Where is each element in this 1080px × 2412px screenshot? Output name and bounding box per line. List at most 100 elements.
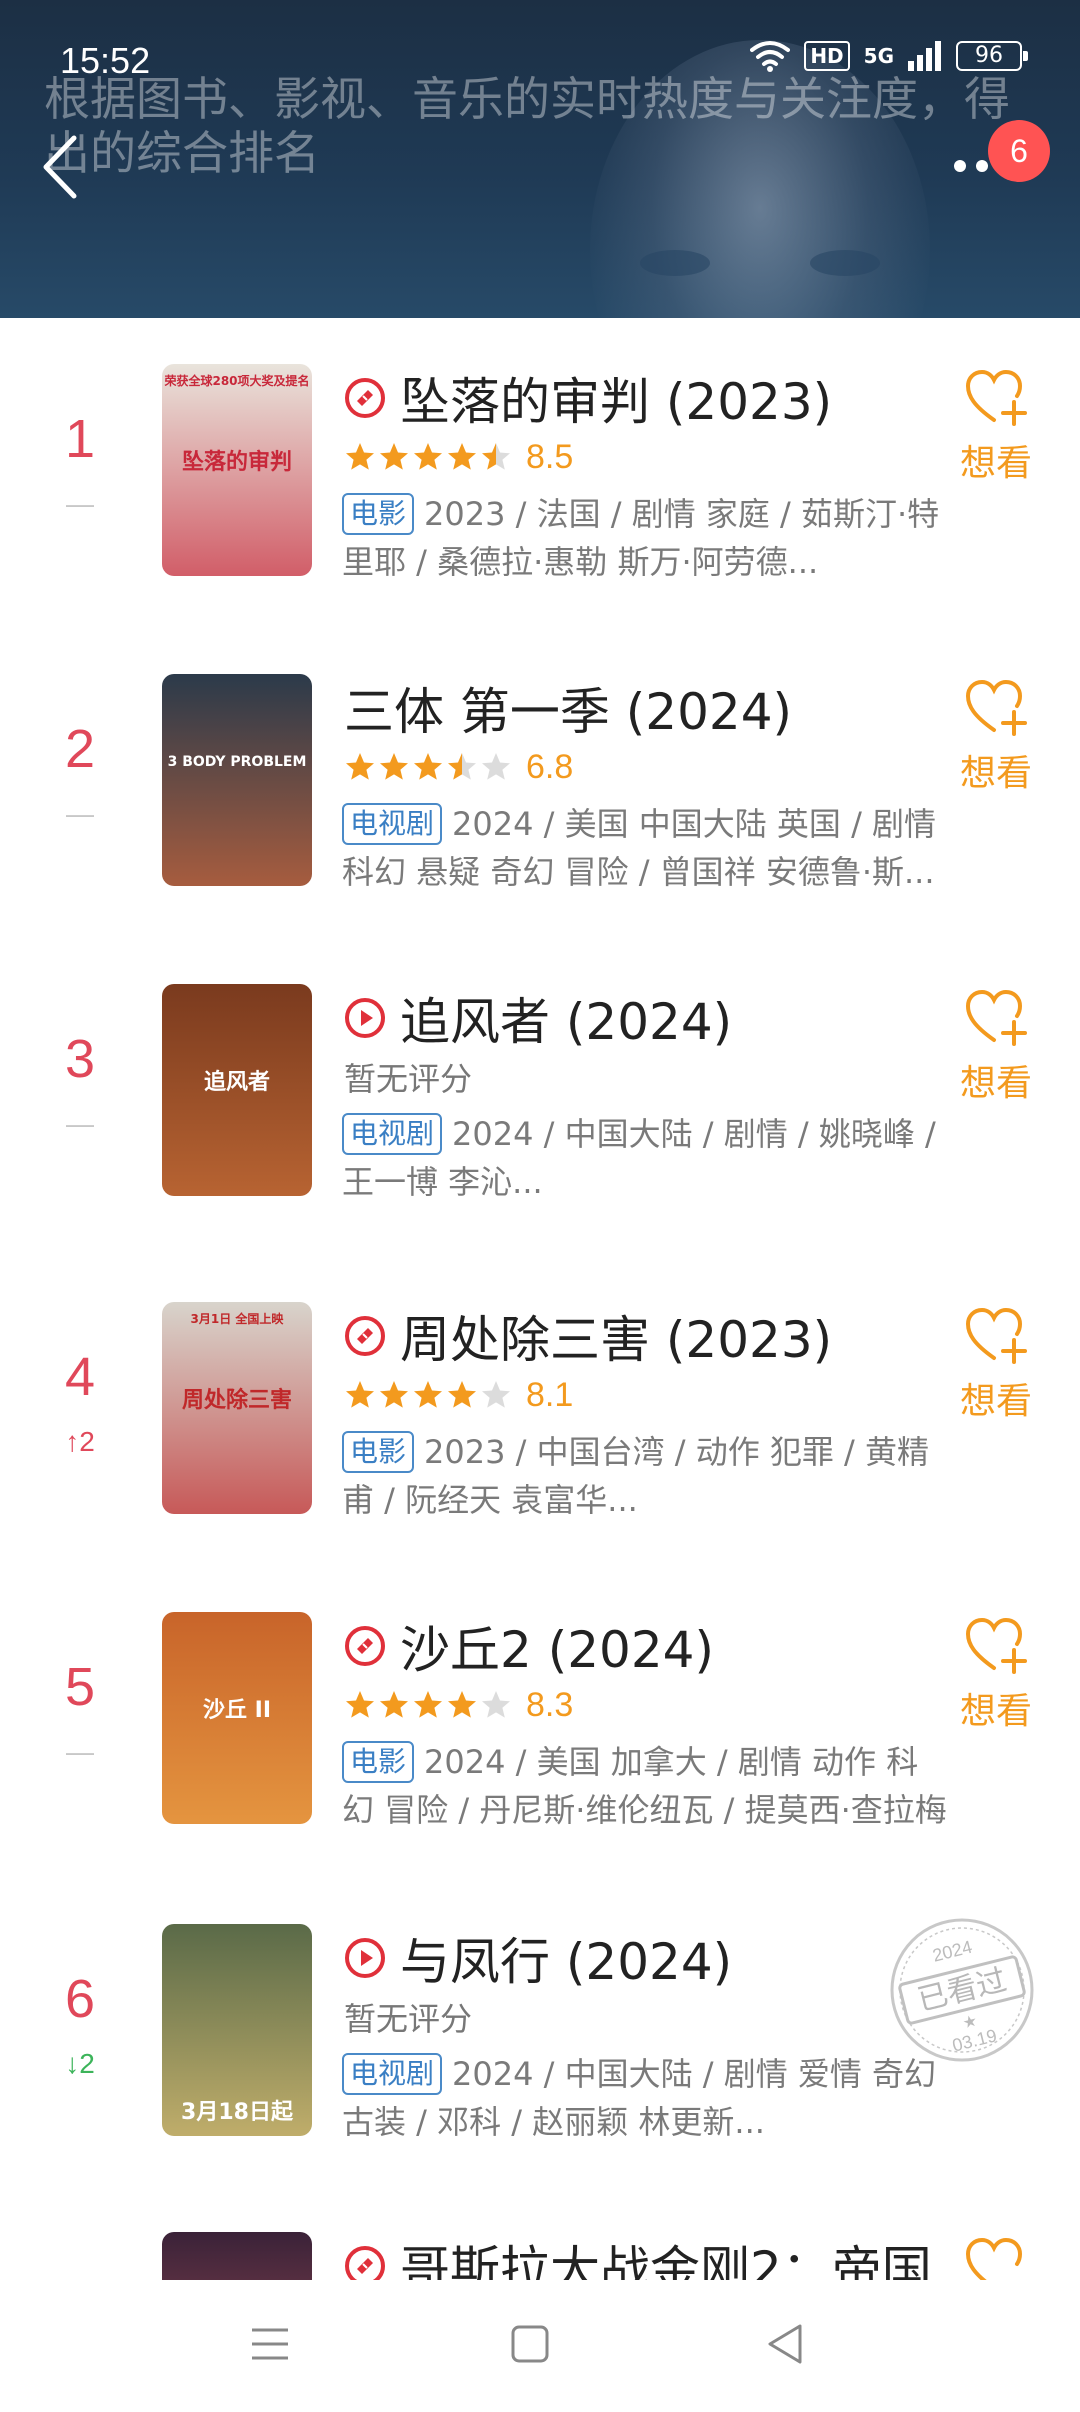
ranking-item[interactable]: 哥斯拉大战金刚2：帝国 — [0, 2186, 1080, 2280]
ranking-item[interactable]: 4 ↑2 3月1日 全国上映 周处除三害 周处除三害 (2023) 8.1 电影 2023 … — [0, 1256, 1080, 1566]
ranking-list: 1— 荣获全球280项大奖及提名 坠落的审判 坠落的审判 (2023) 8.5 电影 20… — [0, 318, 1080, 2280]
title-row: 与凤行 (2024) — [344, 1922, 732, 1994]
poster-title: 追风者 — [203, 1070, 270, 1095]
want-label: 想看 — [959, 1063, 1032, 1104]
want-to-watch-button[interactable] — [956, 2236, 1036, 2280]
title-row: 沙丘2 (2024) — [344, 1610, 714, 1682]
rating-row: 暂无评分 — [344, 1996, 472, 2038]
star-icon — [414, 443, 442, 470]
rating-score: 8.3 — [526, 1685, 574, 1724]
item-meta: 电影 2023 / 法国 / 剧情 家庭 / 茹斯汀·特里耶 / 桑德拉·惠勒 斯… — [342, 490, 950, 586]
item-meta: 电视剧 2024 / 中国大陆 / 剧情 爱情 奇幻 古装 / 邓科 / 赵丽颖 … — [342, 2050, 950, 2146]
menu-icon[interactable] — [240, 2314, 300, 2374]
back-arrow-icon[interactable] — [36, 132, 86, 202]
item-meta: 电视剧 2024 / 美国 中国大陆 英国 / 剧情 科幻 悬疑 奇幻 冒险 / … — [342, 800, 950, 896]
poster-image[interactable]: 3月1日 全国上映周处除三害 — [162, 1302, 312, 1514]
play-icon[interactable] — [344, 997, 386, 1039]
item-meta: 电影 2024 / 美国 加拿大 / 剧情 动作 科幻 冒险 / 丹尼斯·维伦纽瓦… — [342, 1738, 950, 1834]
rating-row: 暂无评分 — [344, 1056, 472, 1098]
heart-plus-icon — [965, 989, 1027, 1046]
header-banner: 根据图书、影视、音乐的实时热度与关注度，得出的综合排名 15:52 HD 5G … — [0, 0, 1080, 318]
item-title[interactable]: 三体 第一季 (2024) — [344, 672, 792, 744]
poster-image[interactable]: 追风者 — [162, 984, 312, 1196]
stamp-year: 2024 — [930, 1937, 974, 1966]
rank-change: — — [66, 798, 94, 829]
battery-indicator: 96 — [956, 41, 1028, 71]
ranking-item[interactable]: 2 — 3 BODY PROBLEM 三体 第一季 (2024) 6.8 电视剧 2024 … — [0, 628, 1080, 938]
poster-image[interactable]: 荣获全球280项大奖及提名 坠落的审判 — [162, 364, 312, 576]
want-to-watch-button[interactable]: 想看 — [956, 1616, 1036, 1734]
want-to-watch-button[interactable]: 想看 — [956, 368, 1036, 486]
star-icon — [346, 753, 374, 780]
want-to-watch-button[interactable]: 想看 — [956, 988, 1036, 1106]
rating-score: 6.8 — [526, 747, 574, 786]
item-title[interactable]: 坠落的审判 (2023) — [400, 362, 832, 434]
no-rating-label: 暂无评分 — [344, 2000, 473, 2038]
item-title[interactable]: 周处除三害 (2023) — [400, 1300, 832, 1372]
ticket-icon[interactable] — [344, 1625, 386, 1667]
ranking-item[interactable]: 1 — 荣获全球280项大奖及提名 坠落的审判 坠落的审判 (2023) 8.5 电影 20… — [0, 318, 1080, 628]
star-icon — [448, 443, 476, 470]
star-icon — [482, 443, 510, 470]
system-nav-bar — [0, 2280, 1080, 2412]
status-icons: HD 5G 96 — [750, 40, 1028, 72]
star-icon — [448, 753, 476, 780]
star-icon — [380, 443, 408, 470]
ranking-item[interactable]: 6 ↓2 3月18日起 与凤行 (2024) 暂无评分 电视剧 2024 / 中国大陆 /… — [0, 1878, 1080, 2188]
poster-image[interactable]: 沙丘 II — [162, 1612, 312, 1824]
category-tag: 电视剧 — [342, 2053, 443, 2095]
rank-change: — — [66, 1736, 94, 1767]
item-title[interactable]: 追风者 (2024) — [400, 982, 732, 1054]
ticket-icon[interactable] — [344, 377, 386, 419]
poster-tagline: 3月1日 全国上映 — [190, 1312, 284, 1326]
ticket-icon[interactable] — [344, 1315, 386, 1357]
want-to-watch-button[interactable]: 想看 — [956, 678, 1036, 796]
play-icon[interactable] — [344, 1937, 386, 1979]
poster-image[interactable]: 3月18日起 — [162, 1924, 312, 2136]
rank-change: — — [66, 1108, 94, 1139]
item-title[interactable]: 沙丘2 (2024) — [400, 1610, 714, 1682]
star-rating — [344, 441, 512, 473]
home-icon[interactable] — [500, 2314, 560, 2374]
ranking-item[interactable]: 3 — 追风者 追风者 (2024) 暂无评分 电视剧 2024 / 中国大陆 / 剧情 … — [0, 938, 1080, 1248]
ranking-item[interactable]: 5 — 沙丘 II 沙丘2 (2024) 8.3 电影 2024 / 美国 加拿大 / 剧… — [0, 1566, 1080, 1876]
rank-number: 3 — [64, 1029, 96, 1089]
signal-icon — [908, 41, 941, 71]
star-icon — [448, 1381, 476, 1408]
poster-title: 周处除三害 — [181, 1388, 292, 1413]
poster-title: 3 BODY PROBLEM — [167, 754, 307, 770]
rating-score: 8.1 — [526, 1375, 574, 1414]
rating-score: 8.5 — [526, 437, 574, 476]
back-nav-icon[interactable] — [756, 2314, 816, 2374]
meta-text: 2023 / 中国台湾 / 动作 犯罪 / 黄精甫 / 阮经天 袁富华... — [342, 1433, 930, 1519]
ticket-icon[interactable] — [344, 2245, 386, 2280]
poster-image[interactable] — [162, 2232, 312, 2280]
meta-text: 2024 / 美国 加拿大 / 剧情 动作 科幻 冒险 / 丹尼斯·维伦纽瓦 /… — [342, 1743, 947, 1829]
rank-change: — — [66, 488, 94, 519]
poster-image[interactable]: 3 BODY PROBLEM — [162, 674, 312, 886]
banner-portrait-eye — [810, 250, 880, 276]
banner-portrait-eye — [640, 250, 710, 276]
hd-indicator: HD — [804, 41, 850, 71]
heart-plus-icon — [965, 369, 1027, 426]
heart-plus-icon — [965, 1617, 1027, 1674]
star-rating — [344, 1689, 512, 1721]
star-icon — [482, 1381, 510, 1408]
rating-row: 6.8 — [344, 746, 573, 788]
title-row: 追风者 (2024) — [344, 982, 732, 1054]
rank-number: 2 — [64, 719, 96, 779]
no-rating-label: 暂无评分 — [344, 1060, 473, 1098]
rank-change: ↑2 — [65, 1426, 95, 1457]
star-rating — [344, 751, 512, 783]
rating-row: 8.5 — [344, 436, 573, 478]
want-label: 想看 — [959, 443, 1032, 484]
star-icon — [414, 1381, 442, 1408]
want-to-watch-button[interactable]: 想看 — [956, 1306, 1036, 1424]
star-icon — [380, 1691, 408, 1718]
rank-number: 5 — [64, 1657, 96, 1717]
item-title[interactable]: 与凤行 (2024) — [400, 1922, 732, 1994]
rank-number: 4 — [64, 1347, 96, 1407]
star-icon — [482, 753, 510, 780]
item-title[interactable]: 哥斯拉大战金刚2：帝国 — [400, 2230, 932, 2280]
poster-title: 沙丘 II — [202, 1698, 272, 1723]
